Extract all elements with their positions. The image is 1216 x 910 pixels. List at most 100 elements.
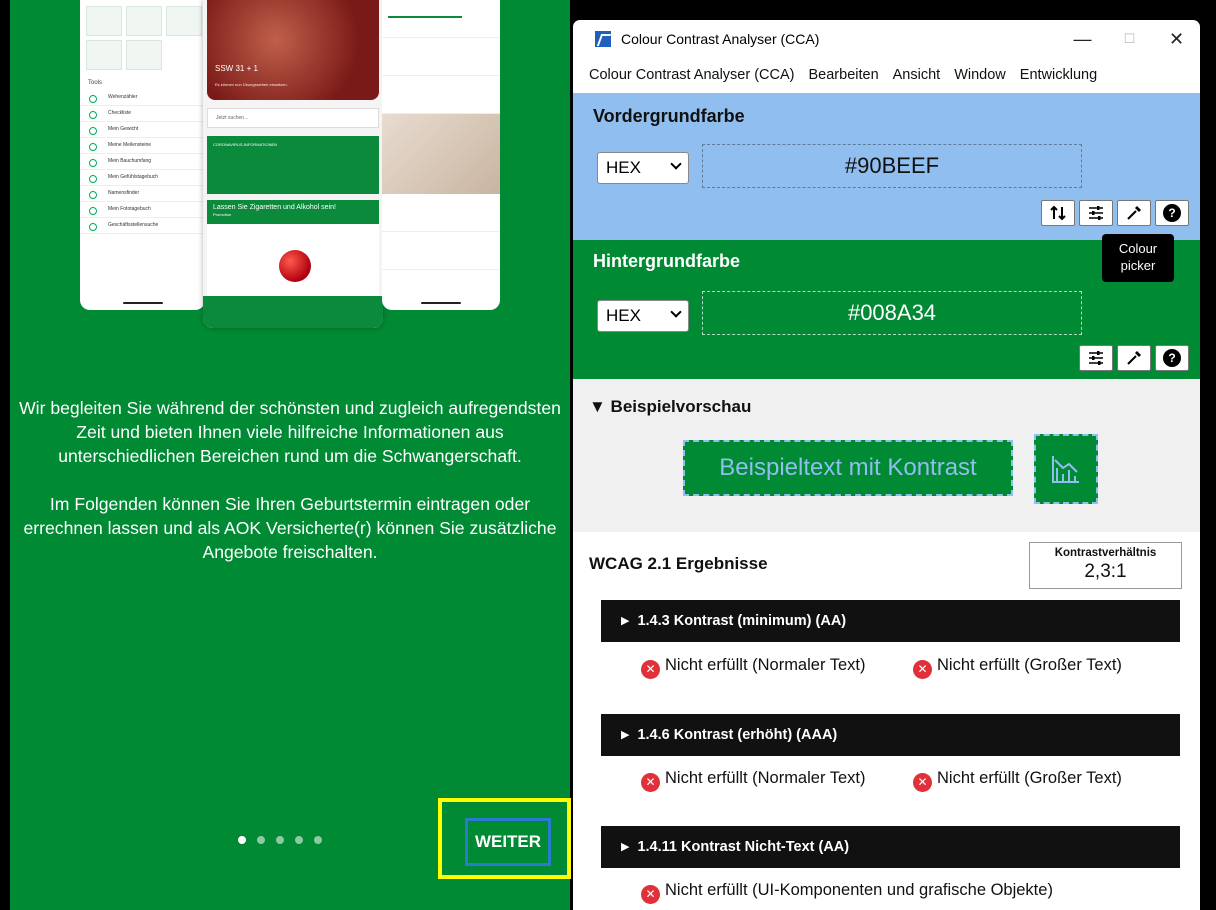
promo-title-text: Lassen Sie Zigaretten und Alkohol sein! (213, 204, 336, 211)
tool-tile (126, 40, 162, 70)
background-hex-input[interactable]: #008A34 (702, 291, 1082, 335)
result-normal-text: ✕ Nicht erfüllt (Normaler Text) (641, 655, 891, 679)
page-dot[interactable] (257, 836, 265, 844)
tool-row: Mein Fototagebuch (80, 202, 205, 218)
tool-row: Mein Gefühlstagebuch (80, 170, 205, 186)
swap-icon (1050, 205, 1066, 221)
result-label: Nicht erfüllt (Großer Text) (937, 656, 1122, 674)
diary-row (382, 194, 500, 232)
foreground-format-select[interactable]: HEX (597, 152, 689, 184)
result-label: Nicht erfüllt (Normaler Text) (665, 769, 866, 787)
menu-bar: Colour Contrast Analyser (CCA) Bearbeite… (573, 58, 1200, 92)
foreground-hex-input[interactable]: #90BEEF (702, 144, 1082, 188)
chart-icon (1052, 456, 1079, 483)
background-help-button[interactable]: ? (1155, 345, 1189, 371)
page-dot[interactable] (295, 836, 303, 844)
menu-cca[interactable]: Colour Contrast Analyser (CCA) (589, 67, 795, 83)
fail-icon: ✕ (641, 885, 660, 904)
background-format-value: HEX (606, 306, 641, 325)
tool-row: Mein Bauchumfang (80, 154, 205, 170)
tool-tiles (80, 0, 205, 76)
foreground-format-value: HEX (606, 158, 641, 177)
pregnancy-week-card: SSW 31 + 1 Es können nun Übungswehen ein… (207, 0, 379, 100)
pregnancy-week-note: Es können nun Übungswehen einsetzen. (215, 82, 288, 87)
tooltip-line-1: Colour (1118, 241, 1158, 256)
foreground-help-button[interactable]: ? (1155, 200, 1189, 226)
result-large-text: ✕ Nicht erfüllt (Großer Text) (913, 768, 1183, 792)
menu-develop[interactable]: Entwicklung (1020, 67, 1097, 83)
criterion-1-4-6-toggle[interactable]: 1.4.6 Kontrast (erhöht) (AAA) (601, 714, 1180, 756)
promo-sub: Promotion (213, 212, 232, 217)
wcag-results-section: WCAG 2.1 Ergebnisse Kontrastverhältnis 2… (573, 532, 1200, 910)
diary-row (382, 38, 500, 76)
background-tools: ? (1079, 345, 1189, 371)
close-button[interactable]: ✕ (1153, 20, 1200, 58)
window-controls: — ☐ ✕ (1059, 20, 1200, 58)
chevron-down-icon (670, 158, 682, 170)
swap-colors-button[interactable] (1041, 200, 1075, 226)
phone-screen-tools: Tools Wehenzähler Checkliste Mein Gewich… (80, 0, 205, 310)
page-dot-active[interactable] (238, 836, 246, 844)
help-icon: ? (1163, 204, 1181, 222)
fail-icon: ✕ (913, 660, 932, 679)
home-indicator (421, 302, 461, 304)
sample-chart-icon (1034, 434, 1098, 504)
tool-row: Wehenzähler (80, 90, 205, 106)
color-settings-button[interactable] (1079, 200, 1113, 226)
contrast-ratio-box: Kontrastverhältnis 2,3:1 (1029, 542, 1182, 589)
page-dot[interactable] (276, 836, 284, 844)
corona-info-card: CORONAVIRUS-INFORMATIONEN (207, 136, 379, 194)
foreground-section: Vordergrundfarbe HEX #90BEEF ? (573, 93, 1200, 240)
intro-text: Wir begleiten Sie während der schönsten … (10, 396, 570, 588)
intro-paragraph-2: Im Folgenden können Sie Ihren Geburtster… (23, 494, 557, 562)
background-format-select[interactable]: HEX (597, 300, 689, 332)
tooltip-line-2: picker (1120, 258, 1156, 273)
cca-window: Colour Contrast Analyser (CCA) — ☐ ✕ Col… (573, 20, 1200, 910)
tool-tile (166, 6, 202, 36)
menu-edit[interactable]: Bearbeiten (809, 67, 879, 83)
menu-window[interactable]: Window (954, 67, 1006, 83)
tool-tile (86, 40, 122, 70)
result-label: Nicht erfüllt (Großer Text) (937, 769, 1122, 787)
foreground-title: Vordergrundfarbe (593, 106, 745, 126)
contrast-ratio-label: Kontrastverhältnis (1054, 547, 1157, 559)
result-label: Nicht erfüllt (UI-Komponenten und grafis… (665, 881, 1053, 899)
foreground-colour-picker-button[interactable] (1117, 200, 1151, 226)
diary-row (382, 232, 500, 270)
contrast-ratio-value: 2,3:1 (1084, 561, 1127, 582)
help-icon: ? (1163, 349, 1181, 367)
onboarding-screen: Tools Wehenzähler Checkliste Mein Gewich… (10, 0, 570, 910)
next-button[interactable]: WEITER (465, 818, 551, 866)
criterion-1-4-11-toggle[interactable]: 1.4.11 Kontrast Nicht-Text (AA) (601, 826, 1180, 868)
search-field-preview: Jetzt suchen... (207, 108, 379, 128)
app-screenshots-preview: Tools Wehenzähler Checkliste Mein Gewich… (80, 0, 500, 328)
pagination-dots (238, 836, 322, 844)
home-indicator (122, 302, 163, 304)
background-settings-button[interactable] (1079, 345, 1113, 371)
window-title: Colour Contrast Analyser (CCA) (621, 31, 820, 47)
tool-row: Meine Meilensteine (80, 138, 205, 154)
next-button-label: WEITER (474, 832, 542, 851)
chevron-down-icon (670, 306, 682, 318)
fail-icon: ✕ (641, 660, 660, 679)
background-colour-picker-button[interactable] (1117, 345, 1151, 371)
page-dot[interactable] (314, 836, 322, 844)
sliders-icon (1089, 351, 1103, 365)
diary-row (382, 0, 500, 38)
menu-view[interactable]: Ansicht (893, 67, 941, 83)
minimize-button[interactable]: — (1059, 20, 1106, 58)
promo-title: Lassen Sie Zigaretten und Alkohol sein! … (207, 200, 379, 224)
tool-row: Geschäftsstellensuche (80, 218, 205, 234)
criterion-1-4-3-toggle[interactable]: 1.4.3 Kontrast (minimum) (AA) (601, 600, 1180, 642)
preview-toggle[interactable]: ▼ Beispielvorschau (589, 397, 751, 417)
maximize-button[interactable]: ☐ (1106, 20, 1153, 58)
tool-tile (126, 6, 162, 36)
result-non-text: ✕ Nicht erfüllt (UI-Komponenten und grafi… (641, 880, 1191, 904)
diary-row (382, 76, 500, 114)
result-normal-text: ✕ Nicht erfüllt (Normaler Text) (641, 768, 891, 792)
foreground-tools: ? (1041, 200, 1189, 226)
pregnancy-week: SSW 31 + 1 (215, 64, 258, 73)
wcag-title: WCAG 2.1 Ergebnisse (589, 554, 768, 573)
tool-tile (86, 6, 122, 36)
phone-screen-diary (382, 0, 500, 310)
